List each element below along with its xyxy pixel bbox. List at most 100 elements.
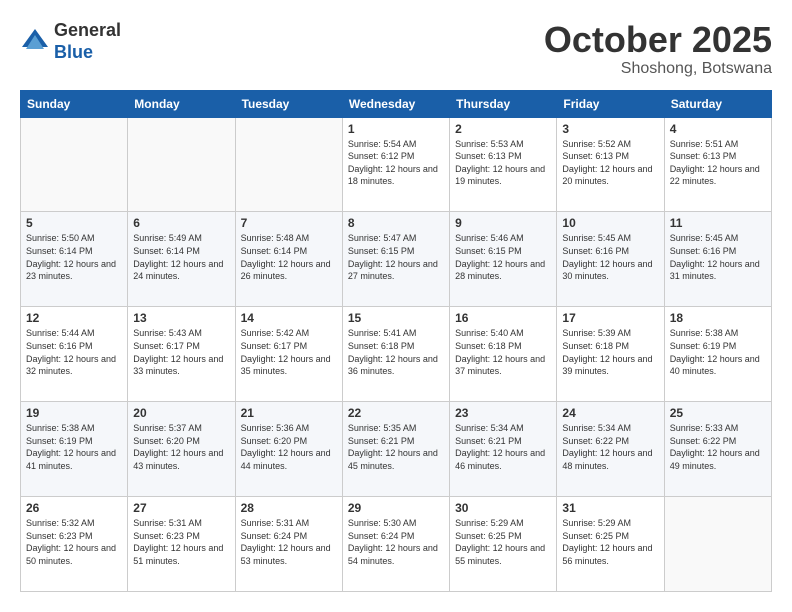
calendar-cell: 22 Sunrise: 5:35 AM Sunset: 6:21 PM Dayli… xyxy=(342,402,449,497)
day-info: Sunrise: 5:54 AM Sunset: 6:12 PM Dayligh… xyxy=(348,138,444,188)
calendar-cell: 8 Sunrise: 5:47 AM Sunset: 6:15 PM Daylig… xyxy=(342,212,449,307)
day-number: 23 xyxy=(455,406,551,420)
month-title: October 2025 xyxy=(544,20,772,60)
day-info: Sunrise: 5:50 AM Sunset: 6:14 PM Dayligh… xyxy=(26,232,122,282)
day-number: 17 xyxy=(562,311,658,325)
calendar-body: 1 Sunrise: 5:54 AM Sunset: 6:12 PM Daylig… xyxy=(21,117,772,591)
day-info: Sunrise: 5:41 AM Sunset: 6:18 PM Dayligh… xyxy=(348,327,444,377)
calendar-cell: 1 Sunrise: 5:54 AM Sunset: 6:12 PM Daylig… xyxy=(342,117,449,212)
calendar-week-5: 26 Sunrise: 5:32 AM Sunset: 6:23 PM Dayli… xyxy=(21,497,772,592)
day-number: 26 xyxy=(26,501,122,515)
day-number: 10 xyxy=(562,216,658,230)
calendar-week-2: 5Sunrise: 5:50 AM Sunset: 6:14 PM Daylig… xyxy=(21,212,772,307)
day-number: 12 xyxy=(26,311,122,325)
day-info: Sunrise: 5:53 AM Sunset: 6:13 PM Dayligh… xyxy=(455,138,551,188)
day-number: 11 xyxy=(670,216,766,230)
logo: General Blue xyxy=(20,20,121,63)
day-number: 14 xyxy=(241,311,337,325)
calendar-cell: 7 Sunrise: 5:48 AM Sunset: 6:14 PM Daylig… xyxy=(235,212,342,307)
day-number: 8 xyxy=(348,216,444,230)
calendar-cell: 26 Sunrise: 5:32 AM Sunset: 6:23 PM Dayli… xyxy=(21,497,128,592)
day-of-week-monday: Monday xyxy=(128,90,235,117)
day-info: Sunrise: 5:33 AM Sunset: 6:22 PM Dayligh… xyxy=(670,422,766,472)
day-info: Sunrise: 5:46 AM Sunset: 6:15 PM Dayligh… xyxy=(455,232,551,282)
day-info: Sunrise: 5:39 AM Sunset: 6:18 PM Dayligh… xyxy=(562,327,658,377)
day-info: Sunrise: 5:36 AM Sunset: 6:20 PM Dayligh… xyxy=(241,422,337,472)
day-number: 13 xyxy=(133,311,229,325)
day-info: Sunrise: 5:48 AM Sunset: 6:14 PM Dayligh… xyxy=(241,232,337,282)
calendar-cell: 27 Sunrise: 5:31 AM Sunset: 6:23 PM Dayli… xyxy=(128,497,235,592)
day-number: 22 xyxy=(348,406,444,420)
day-number: 19 xyxy=(26,406,122,420)
day-number: 20 xyxy=(133,406,229,420)
calendar-week-1: 1 Sunrise: 5:54 AM Sunset: 6:12 PM Daylig… xyxy=(21,117,772,212)
day-info: Sunrise: 5:42 AM Sunset: 6:17 PM Dayligh… xyxy=(241,327,337,377)
day-info: Sunrise: 5:43 AM Sunset: 6:17 PM Dayligh… xyxy=(133,327,229,377)
day-number: 9 xyxy=(455,216,551,230)
calendar-cell: 21Sunrise: 5:36 AM Sunset: 6:20 PM Dayli… xyxy=(235,402,342,497)
calendar-cell: 11 Sunrise: 5:45 AM Sunset: 6:16 PM Dayli… xyxy=(664,212,771,307)
day-number: 3 xyxy=(562,122,658,136)
calendar-cell: 6Sunrise: 5:49 AM Sunset: 6:14 PM Daylig… xyxy=(128,212,235,307)
header: General Blue October 2025 Shoshong, Bots… xyxy=(20,20,772,78)
calendar-cell: 12 Sunrise: 5:44 AM Sunset: 6:16 PM Dayli… xyxy=(21,307,128,402)
day-info: Sunrise: 5:52 AM Sunset: 6:13 PM Dayligh… xyxy=(562,138,658,188)
calendar-cell: 28 Sunrise: 5:31 AM Sunset: 6:24 PM Dayli… xyxy=(235,497,342,592)
day-number: 16 xyxy=(455,311,551,325)
calendar-cell xyxy=(235,117,342,212)
calendar-cell: 24Sunrise: 5:34 AM Sunset: 6:22 PM Dayli… xyxy=(557,402,664,497)
day-info: Sunrise: 5:35 AM Sunset: 6:21 PM Dayligh… xyxy=(348,422,444,472)
calendar-cell: 18Sunrise: 5:38 AM Sunset: 6:19 PM Dayli… xyxy=(664,307,771,402)
calendar-cell: 14 Sunrise: 5:42 AM Sunset: 6:17 PM Dayli… xyxy=(235,307,342,402)
calendar-cell: 20 Sunrise: 5:37 AM Sunset: 6:20 PM Dayli… xyxy=(128,402,235,497)
calendar-cell: 9 Sunrise: 5:46 AM Sunset: 6:15 PM Daylig… xyxy=(450,212,557,307)
day-info: Sunrise: 5:45 AM Sunset: 6:16 PM Dayligh… xyxy=(562,232,658,282)
calendar-week-4: 19Sunrise: 5:38 AM Sunset: 6:19 PM Dayli… xyxy=(21,402,772,497)
day-info: Sunrise: 5:30 AM Sunset: 6:24 PM Dayligh… xyxy=(348,517,444,567)
calendar-cell: 30 Sunrise: 5:29 AM Sunset: 6:25 PM Dayli… xyxy=(450,497,557,592)
day-number: 7 xyxy=(241,216,337,230)
page: General Blue October 2025 Shoshong, Bots… xyxy=(0,0,792,612)
calendar-cell xyxy=(664,497,771,592)
day-number: 27 xyxy=(133,501,229,515)
day-number: 30 xyxy=(455,501,551,515)
day-of-week-thursday: Thursday xyxy=(450,90,557,117)
day-number: 28 xyxy=(241,501,337,515)
day-info: Sunrise: 5:31 AM Sunset: 6:23 PM Dayligh… xyxy=(133,517,229,567)
day-of-week-wednesday: Wednesday xyxy=(342,90,449,117)
day-info: Sunrise: 5:32 AM Sunset: 6:23 PM Dayligh… xyxy=(26,517,122,567)
calendar-cell: 4 Sunrise: 5:51 AM Sunset: 6:13 PM Daylig… xyxy=(664,117,771,212)
day-number: 1 xyxy=(348,122,444,136)
day-info: Sunrise: 5:29 AM Sunset: 6:25 PM Dayligh… xyxy=(562,517,658,567)
day-info: Sunrise: 5:51 AM Sunset: 6:13 PM Dayligh… xyxy=(670,138,766,188)
logo-icon xyxy=(20,27,50,57)
day-info: Sunrise: 5:45 AM Sunset: 6:16 PM Dayligh… xyxy=(670,232,766,282)
day-of-week-saturday: Saturday xyxy=(664,90,771,117)
day-number: 18 xyxy=(670,311,766,325)
calendar-cell: 16 Sunrise: 5:40 AM Sunset: 6:18 PM Dayli… xyxy=(450,307,557,402)
day-info: Sunrise: 5:34 AM Sunset: 6:22 PM Dayligh… xyxy=(562,422,658,472)
calendar-cell xyxy=(21,117,128,212)
day-number: 6 xyxy=(133,216,229,230)
day-number: 4 xyxy=(670,122,766,136)
calendar-cell: 5Sunrise: 5:50 AM Sunset: 6:14 PM Daylig… xyxy=(21,212,128,307)
calendar-cell: 29Sunrise: 5:30 AM Sunset: 6:24 PM Dayli… xyxy=(342,497,449,592)
day-info: Sunrise: 5:31 AM Sunset: 6:24 PM Dayligh… xyxy=(241,517,337,567)
title-block: October 2025 Shoshong, Botswana xyxy=(544,20,772,78)
calendar-cell: 31Sunrise: 5:29 AM Sunset: 6:25 PM Dayli… xyxy=(557,497,664,592)
day-info: Sunrise: 5:29 AM Sunset: 6:25 PM Dayligh… xyxy=(455,517,551,567)
calendar-cell: 19Sunrise: 5:38 AM Sunset: 6:19 PM Dayli… xyxy=(21,402,128,497)
day-info: Sunrise: 5:44 AM Sunset: 6:16 PM Dayligh… xyxy=(26,327,122,377)
calendar-week-3: 12 Sunrise: 5:44 AM Sunset: 6:16 PM Dayli… xyxy=(21,307,772,402)
day-of-week-friday: Friday xyxy=(557,90,664,117)
location: Shoshong, Botswana xyxy=(544,60,772,78)
day-header-row: SundayMondayTuesdayWednesdayThursdayFrid… xyxy=(21,90,772,117)
calendar-cell: 10 Sunrise: 5:45 AM Sunset: 6:16 PM Dayli… xyxy=(557,212,664,307)
calendar-cell: 23 Sunrise: 5:34 AM Sunset: 6:21 PM Dayli… xyxy=(450,402,557,497)
day-info: Sunrise: 5:47 AM Sunset: 6:15 PM Dayligh… xyxy=(348,232,444,282)
day-number: 15 xyxy=(348,311,444,325)
logo-text: General Blue xyxy=(54,20,121,63)
day-info: Sunrise: 5:37 AM Sunset: 6:20 PM Dayligh… xyxy=(133,422,229,472)
day-info: Sunrise: 5:34 AM Sunset: 6:21 PM Dayligh… xyxy=(455,422,551,472)
day-info: Sunrise: 5:40 AM Sunset: 6:18 PM Dayligh… xyxy=(455,327,551,377)
